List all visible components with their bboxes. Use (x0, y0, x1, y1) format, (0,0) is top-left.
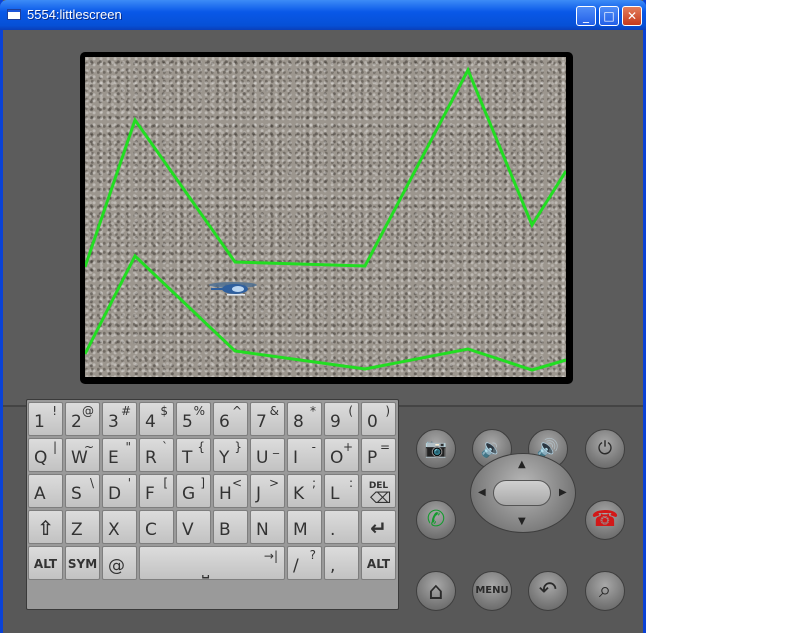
menu-button[interactable]: MENU (472, 571, 512, 611)
end-call-button[interactable]: ☎ (585, 500, 625, 540)
cave-walls (85, 66, 566, 372)
key-1[interactable]: 1! (28, 402, 63, 436)
key-e[interactable]: E " (102, 438, 137, 472)
key-7[interactable]: 7 & (250, 402, 285, 436)
dpad-down-icon[interactable]: ▼ (518, 516, 526, 527)
minimize-button[interactable]: _ (576, 6, 596, 26)
dpad-right-icon[interactable]: ▶ (559, 487, 567, 498)
key-j[interactable]: J > (250, 474, 285, 508)
home-icon: ⌂ (428, 577, 444, 605)
enter-icon: ↵ (370, 516, 387, 540)
menu-label: MENU (475, 585, 509, 596)
dpad-left-icon[interactable]: ◀ (478, 487, 486, 498)
key-8[interactable]: 8 * (287, 402, 322, 436)
key-w[interactable]: W ~ (65, 438, 100, 472)
key-p[interactable]: P = (361, 438, 396, 472)
key-i[interactable]: I- (287, 438, 322, 472)
key-r[interactable]: R ` (139, 438, 174, 472)
key-6[interactable]: 6 ^ (213, 402, 248, 436)
camera-button[interactable]: 📷 (416, 429, 456, 469)
key-del[interactable]: DEL ⌫ (361, 474, 396, 508)
key-alt-left[interactable]: ALT (28, 546, 63, 580)
screen-bezel (80, 52, 573, 384)
search-icon: ⌕ (598, 578, 612, 603)
key-4[interactable]: 4 $ (139, 402, 174, 436)
space-icon: ⎵ (202, 558, 210, 579)
key-b[interactable]: B (213, 510, 248, 544)
key-m[interactable]: M (287, 510, 322, 544)
call-button[interactable]: ✆ (416, 500, 456, 540)
key-x[interactable]: X (102, 510, 137, 544)
maximize-button[interactable]: □ (599, 6, 619, 26)
key-k[interactable]: K; (287, 474, 322, 508)
key-5[interactable]: 5% (176, 402, 211, 436)
home-button[interactable]: ⌂ (416, 571, 456, 611)
key-v[interactable]: V (176, 510, 211, 544)
key-3[interactable]: 3 # (102, 402, 137, 436)
camera-icon: 📷 (424, 438, 448, 459)
key-n[interactable]: N (250, 510, 285, 544)
key-q[interactable]: Q | (28, 438, 63, 472)
key-comma[interactable]: , (324, 546, 359, 580)
title-bar[interactable]: 5554:littlescreen _ □ ✕ (0, 0, 646, 30)
key-enter[interactable]: ↵ (361, 510, 396, 544)
backspace-icon: ⌫ (370, 489, 392, 507)
window-icon (7, 9, 21, 20)
power-button[interactable]: ⏻ (585, 429, 625, 469)
key-9[interactable]: 9( (324, 402, 359, 436)
key-g[interactable]: G] (176, 474, 211, 508)
key-y[interactable]: Y} (213, 438, 248, 472)
key-alt-right[interactable]: ALT (361, 546, 396, 580)
shift-icon: ⇧ (37, 516, 54, 540)
key-shift[interactable]: ⇧ (28, 510, 63, 544)
key-space[interactable]: →| ⎵ (139, 546, 285, 580)
key-u[interactable]: U _ (250, 438, 285, 472)
key-t[interactable]: T{ (176, 438, 211, 472)
window-title: 5554:littlescreen (27, 7, 122, 22)
key-at[interactable]: @ (102, 546, 137, 580)
qwerty-keyboard: 1! 2 @ 3 # 4 $ 5% 6 ^ 7 & 8 * 9( 0) Q | W ~ E " R… (26, 399, 399, 610)
key-c[interactable]: C (139, 510, 174, 544)
key-f[interactable]: F[ (139, 474, 174, 508)
back-icon: ↶ (538, 578, 558, 603)
close-button[interactable]: ✕ (622, 6, 642, 26)
key-2[interactable]: 2 @ (65, 402, 100, 436)
key-period[interactable]: . (324, 510, 359, 544)
cave-ceiling-line (85, 66, 566, 268)
search-button[interactable]: ⌕ (585, 571, 625, 611)
helicopter-icon (209, 282, 257, 296)
key-d[interactable]: D ' (102, 474, 137, 508)
back-button[interactable]: ↶ (528, 571, 568, 611)
end-call-icon: ☎ (591, 507, 619, 532)
call-icon: ✆ (426, 507, 446, 532)
cave-floor-line (85, 253, 566, 372)
device-screen[interactable] (85, 57, 566, 377)
key-sym[interactable]: SYM (65, 546, 100, 580)
dpad-center-button[interactable] (493, 480, 551, 506)
key-a[interactable]: A (28, 474, 63, 508)
key-h[interactable]: H < (213, 474, 248, 508)
key-slash[interactable]: /? (287, 546, 322, 580)
power-icon: ⏻ (597, 438, 613, 459)
key-o[interactable]: O + (324, 438, 359, 472)
key-z[interactable]: Z (65, 510, 100, 544)
dpad-up-icon[interactable]: ▲ (518, 459, 526, 470)
key-l[interactable]: L: (324, 474, 359, 508)
key-0[interactable]: 0) (361, 402, 396, 436)
key-s[interactable]: S \ (65, 474, 100, 508)
dpad[interactable]: ▲ ▼ ◀ ▶ (470, 453, 576, 533)
